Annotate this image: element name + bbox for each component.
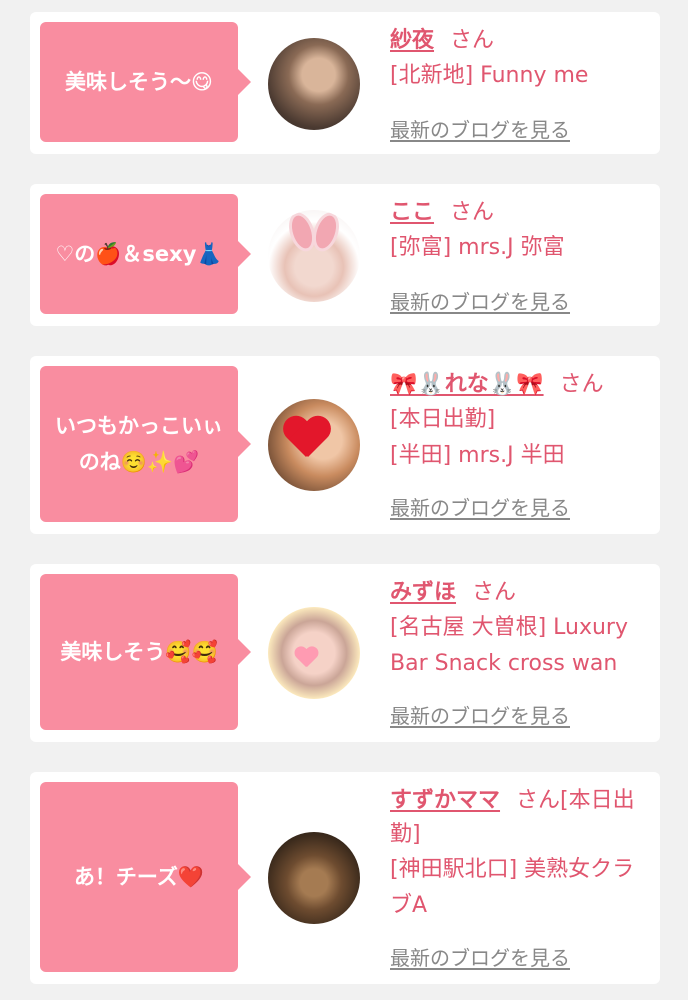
comment-text: 美味しそう🥰🥰 [60,640,218,664]
honorific: さん [450,28,495,53]
shop-label: [弥富] mrs.J 弥富 [390,235,565,260]
user-info: 🎀🐰れな🐰🎀 さん [本日出勤] [半田] mrs.J 半田 [390,368,655,474]
name-line: 紗夜 さん [390,24,655,58]
name-line: すずかママ さん[本日出勤] [390,784,655,852]
user-info: みずほ さん [名古屋 大曽根] Luxury Bar Snack cross w… [390,576,655,682]
shop-label: [名古屋 大曽根] Luxury Bar Snack cross wan [390,615,628,676]
comment-card: いつもかっこいぃのね☺️✨💕 🎀🐰れな🐰🎀 さん [本日出勤] [半田] mrs.… [30,356,660,534]
comment-bubble: あ！チーズ❤️ [40,782,251,972]
comment-bubble: 美味しそう〜😋 [40,22,251,142]
shop-label: [北新地] Funny me [390,63,589,88]
latest-blog-link[interactable]: 最新のブログを見る [390,286,570,315]
honorific: さん [559,372,604,397]
comment-bubble: ♡の🍎＆sexy👗 [40,194,251,314]
user-info: ここ さん [弥富] mrs.J 弥富 [390,196,655,266]
comment-card: ♡の🍎＆sexy👗 ここ さん [弥富] mrs.J 弥富 最新のブログを見る [30,184,660,326]
user-name-link[interactable]: 紗夜 [390,28,434,53]
shop-label: [本日出勤] [390,407,496,432]
honorific: さん [450,200,495,225]
comment-list: 美味しそう〜😋 紗夜 さん [北新地] Funny me 最新のブログを見る ♡の… [0,0,688,1000]
name-line: ここ さん [390,196,655,230]
avatar[interactable] [268,832,360,924]
comment-text: 美味しそう〜😋 [65,70,213,94]
user-info: 紗夜 さん [北新地] Funny me [390,24,655,94]
avatar[interactable] [268,399,360,491]
heart-icon [294,647,320,669]
shop-label: [神田駅北口] 美熟女クラブA [390,857,635,918]
shop-label: [半田] mrs.J 半田 [390,443,565,468]
user-name-link[interactable]: 🎀🐰れな🐰🎀 [390,372,544,397]
comment-text: あ！チーズ❤️ [73,865,205,889]
latest-blog-link[interactable]: 最新のブログを見る [390,942,570,971]
latest-blog-link[interactable]: 最新のブログを見る [390,114,570,143]
user-info: すずかママ さん[本日出勤] [神田駅北口] 美熟女クラブA [390,784,655,924]
avatar[interactable] [268,38,360,130]
heart-icon [282,417,332,461]
user-name-link[interactable]: みずほ [390,580,456,605]
comment-bubble: 美味しそう🥰🥰 [40,574,251,730]
comment-card: 美味しそう〜😋 紗夜 さん [北新地] Funny me 最新のブログを見る [30,12,660,154]
user-name-link[interactable]: すずかママ [390,788,500,813]
avatar[interactable] [268,607,360,699]
user-name-link[interactable]: ここ [390,200,434,225]
latest-blog-link[interactable]: 最新のブログを見る [390,492,570,521]
name-line: みずほ さん [390,576,655,610]
comment-text: ♡の🍎＆sexy👗 [55,242,223,266]
honorific: さん [472,580,517,605]
avatar[interactable] [268,210,360,302]
comment-text: いつもかっこいぃのね☺️✨💕 [55,414,223,474]
name-line: 🎀🐰れな🐰🎀 さん [390,368,655,402]
comment-card: 美味しそう🥰🥰 みずほ さん [名古屋 大曽根] Luxury Bar Snack… [30,564,660,742]
latest-blog-link[interactable]: 最新のブログを見る [390,700,570,729]
comment-bubble: いつもかっこいぃのね☺️✨💕 [40,366,251,522]
bunny-ears-icon [288,212,340,242]
comment-card: あ！チーズ❤️ すずかママ さん[本日出勤] [神田駅北口] 美熟女クラブA 最新… [30,772,660,984]
